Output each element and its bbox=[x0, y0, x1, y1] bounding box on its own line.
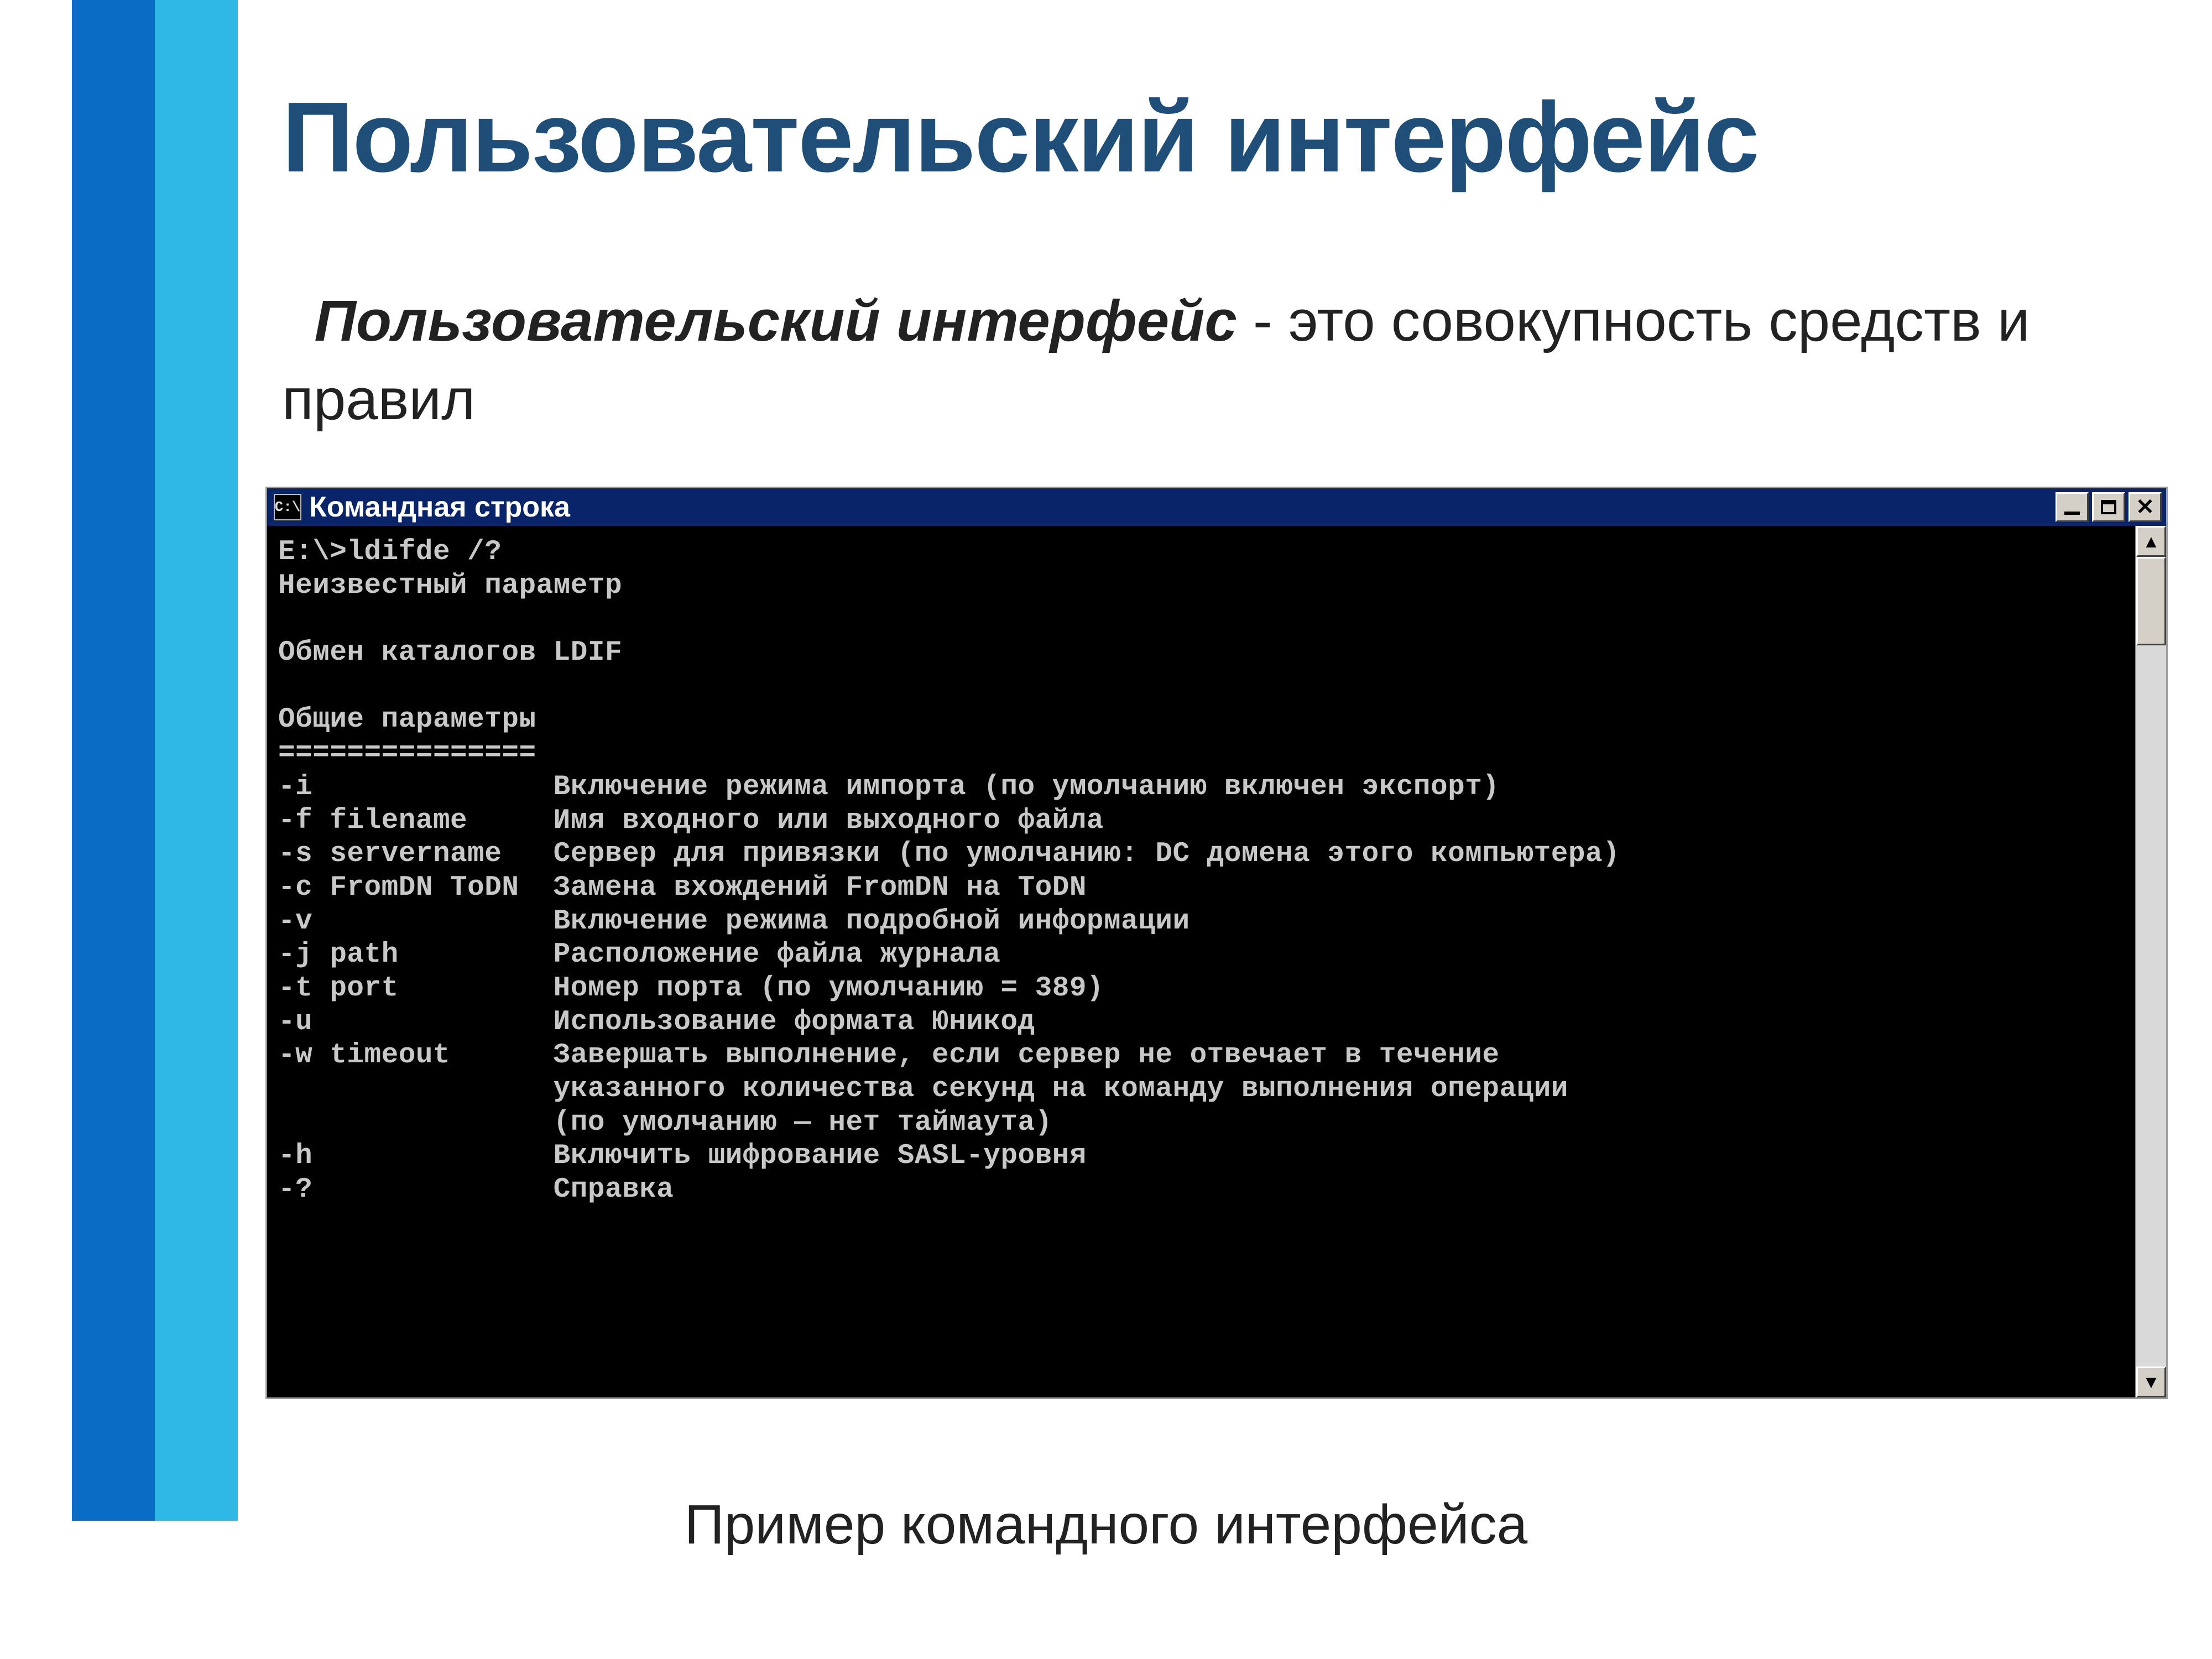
minimize-button[interactable] bbox=[2056, 492, 2089, 522]
accent-bar-dark bbox=[72, 0, 155, 1521]
maximize-icon bbox=[2101, 500, 2116, 514]
slide: Пользовательский интерфейс Пользовательс… bbox=[0, 0, 2212, 1659]
scroll-down-button[interactable]: ▼ bbox=[2136, 1366, 2166, 1397]
cmd-icon: C:\ bbox=[274, 494, 301, 520]
slide-title: Пользовательский интерфейс bbox=[282, 80, 1759, 195]
body-term: Пользовательский интерфейс bbox=[314, 289, 1237, 353]
slide-caption: Пример командного интерфейса bbox=[0, 1493, 2212, 1557]
terminal-output[interactable]: E:\>ldifde /? Неизвестный параметр Обмен… bbox=[267, 526, 2135, 1397]
accent-bar-light bbox=[155, 0, 238, 1521]
scroll-thumb[interactable] bbox=[2136, 557, 2166, 645]
scroll-track[interactable] bbox=[2136, 557, 2166, 1366]
scroll-up-button[interactable]: ▲ bbox=[2136, 526, 2166, 557]
window-title: Командная строка bbox=[309, 491, 2056, 524]
minimize-icon bbox=[2064, 512, 2080, 515]
maximize-button[interactable] bbox=[2092, 492, 2125, 522]
scrollbar: ▲ ▼ bbox=[2135, 526, 2166, 1397]
close-button[interactable]: ✕ bbox=[2128, 492, 2162, 522]
window-client-area: E:\>ldifde /? Неизвестный параметр Обмен… bbox=[267, 526, 2166, 1397]
command-prompt-window: C:\ Командная строка ✕ E:\>ldifde /? Неи… bbox=[265, 487, 2168, 1399]
window-controls: ✕ bbox=[2056, 492, 2162, 522]
close-icon: ✕ bbox=[2136, 494, 2154, 520]
titlebar[interactable]: C:\ Командная строка ✕ bbox=[267, 488, 2166, 526]
slide-body-text: Пользовательский интерфейс - это совокуп… bbox=[282, 282, 2107, 439]
